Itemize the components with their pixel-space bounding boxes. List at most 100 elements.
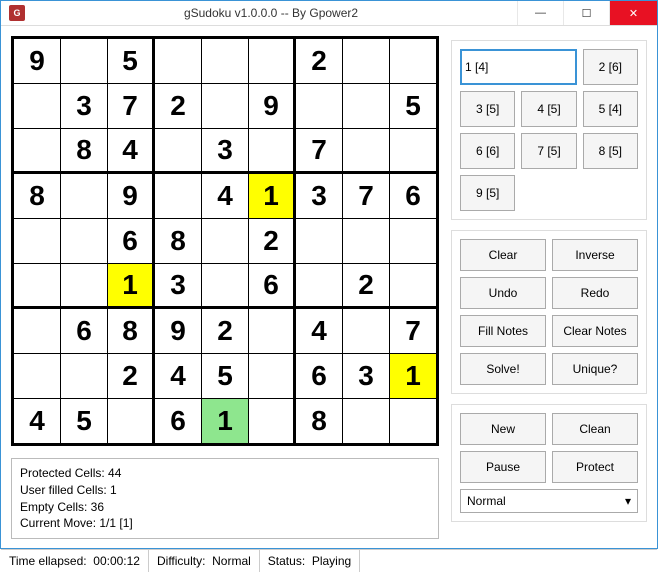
cell-5-2[interactable]: 1 xyxy=(108,264,154,308)
cell-7-4[interactable]: 5 xyxy=(202,354,248,398)
cell-6-7[interactable] xyxy=(343,309,389,353)
cell-6-5[interactable] xyxy=(249,309,295,353)
cell-3-6[interactable]: 3 xyxy=(296,174,342,218)
clean-button[interactable]: Clean xyxy=(552,413,638,445)
minimize-button[interactable]: — xyxy=(517,1,563,25)
cell-4-5[interactable]: 2 xyxy=(249,219,295,263)
cell-5-7[interactable]: 2 xyxy=(343,264,389,308)
cell-8-6[interactable]: 8 xyxy=(296,399,342,443)
cell-3-1[interactable] xyxy=(61,174,107,218)
cell-6-3[interactable]: 9 xyxy=(155,309,201,353)
cell-0-6[interactable]: 2 xyxy=(296,39,342,83)
inverse-button[interactable]: Inverse xyxy=(552,239,638,271)
cell-7-5[interactable] xyxy=(249,354,295,398)
new-button[interactable]: New xyxy=(460,413,546,445)
cell-4-1[interactable] xyxy=(61,219,107,263)
cell-8-2[interactable] xyxy=(108,399,154,443)
cell-5-0[interactable] xyxy=(14,264,60,308)
protect-button[interactable]: Protect xyxy=(552,451,638,483)
cell-0-1[interactable] xyxy=(61,39,107,83)
cell-1-3[interactable]: 2 xyxy=(155,84,201,128)
cell-7-7[interactable]: 3 xyxy=(343,354,389,398)
numpad-6[interactable]: 6 [6] xyxy=(460,133,515,169)
numpad-5[interactable]: 5 [4] xyxy=(583,91,638,127)
cell-4-0[interactable] xyxy=(14,219,60,263)
cell-6-1[interactable]: 6 xyxy=(61,309,107,353)
cell-0-7[interactable] xyxy=(343,39,389,83)
cell-0-5[interactable] xyxy=(249,39,295,83)
unique--button[interactable]: Unique? xyxy=(552,353,638,385)
cell-2-3[interactable] xyxy=(155,129,201,173)
cell-8-4[interactable]: 1 xyxy=(202,399,248,443)
cell-7-0[interactable] xyxy=(14,354,60,398)
numpad-7[interactable]: 7 [5] xyxy=(521,133,576,169)
cell-8-1[interactable]: 5 xyxy=(61,399,107,443)
cell-3-8[interactable]: 6 xyxy=(390,174,436,218)
cell-1-8[interactable]: 5 xyxy=(390,84,436,128)
clear-notes-button[interactable]: Clear Notes xyxy=(552,315,638,347)
maximize-button[interactable]: ☐ xyxy=(563,1,609,25)
fill-notes-button[interactable]: Fill Notes xyxy=(460,315,546,347)
cell-0-0[interactable]: 9 xyxy=(14,39,60,83)
cell-7-2[interactable]: 2 xyxy=(108,354,154,398)
cell-4-4[interactable] xyxy=(202,219,248,263)
cell-2-7[interactable] xyxy=(343,129,389,173)
solve--button[interactable]: Solve! xyxy=(460,353,546,385)
pause-button[interactable]: Pause xyxy=(460,451,546,483)
cell-7-6[interactable]: 6 xyxy=(296,354,342,398)
cell-3-2[interactable]: 9 xyxy=(108,174,154,218)
cell-1-2[interactable]: 7 xyxy=(108,84,154,128)
cell-1-1[interactable]: 3 xyxy=(61,84,107,128)
redo-button[interactable]: Redo xyxy=(552,277,638,309)
cell-0-4[interactable] xyxy=(202,39,248,83)
cell-7-3[interactable]: 4 xyxy=(155,354,201,398)
close-button[interactable]: ✕ xyxy=(609,1,657,25)
cell-5-5[interactable]: 6 xyxy=(249,264,295,308)
cell-3-3[interactable] xyxy=(155,174,201,218)
cell-3-5[interactable]: 1 xyxy=(249,174,295,218)
cell-3-0[interactable]: 8 xyxy=(14,174,60,218)
cell-4-2[interactable]: 6 xyxy=(108,219,154,263)
cell-1-0[interactable] xyxy=(14,84,60,128)
difficulty-select[interactable]: Normal▾ xyxy=(460,489,638,513)
cell-6-6[interactable]: 4 xyxy=(296,309,342,353)
cell-8-3[interactable]: 6 xyxy=(155,399,201,443)
cell-1-6[interactable] xyxy=(296,84,342,128)
cell-5-6[interactable] xyxy=(296,264,342,308)
cell-6-4[interactable]: 2 xyxy=(202,309,248,353)
cell-2-5[interactable] xyxy=(249,129,295,173)
cell-1-4[interactable] xyxy=(202,84,248,128)
numpad-8[interactable]: 8 [5] xyxy=(583,133,638,169)
cell-6-2[interactable]: 8 xyxy=(108,309,154,353)
cell-2-1[interactable]: 8 xyxy=(61,129,107,173)
cell-2-4[interactable]: 3 xyxy=(202,129,248,173)
numpad-1[interactable]: 1 [4] xyxy=(460,49,577,85)
cell-6-8[interactable]: 7 xyxy=(390,309,436,353)
cell-0-8[interactable] xyxy=(390,39,436,83)
cell-3-4[interactable]: 4 xyxy=(202,174,248,218)
cell-8-8[interactable] xyxy=(390,399,436,443)
cell-1-5[interactable]: 9 xyxy=(249,84,295,128)
cell-2-0[interactable] xyxy=(14,129,60,173)
cell-7-8[interactable]: 1 xyxy=(390,354,436,398)
numpad-2[interactable]: 2 [6] xyxy=(583,49,638,85)
cell-8-0[interactable]: 4 xyxy=(14,399,60,443)
undo-button[interactable]: Undo xyxy=(460,277,546,309)
numpad-9[interactable]: 9 [5] xyxy=(460,175,515,211)
cell-4-8[interactable] xyxy=(390,219,436,263)
cell-6-0[interactable] xyxy=(14,309,60,353)
cell-4-3[interactable]: 8 xyxy=(155,219,201,263)
cell-5-3[interactable]: 3 xyxy=(155,264,201,308)
cell-4-6[interactable] xyxy=(296,219,342,263)
cell-3-7[interactable]: 7 xyxy=(343,174,389,218)
cell-2-6[interactable]: 7 xyxy=(296,129,342,173)
cell-8-5[interactable] xyxy=(249,399,295,443)
numpad-4[interactable]: 4 [5] xyxy=(521,91,576,127)
cell-1-7[interactable] xyxy=(343,84,389,128)
clear-button[interactable]: Clear xyxy=(460,239,546,271)
numpad-3[interactable]: 3 [5] xyxy=(460,91,515,127)
cell-2-8[interactable] xyxy=(390,129,436,173)
cell-7-1[interactable] xyxy=(61,354,107,398)
cell-4-7[interactable] xyxy=(343,219,389,263)
cell-2-2[interactable]: 4 xyxy=(108,129,154,173)
